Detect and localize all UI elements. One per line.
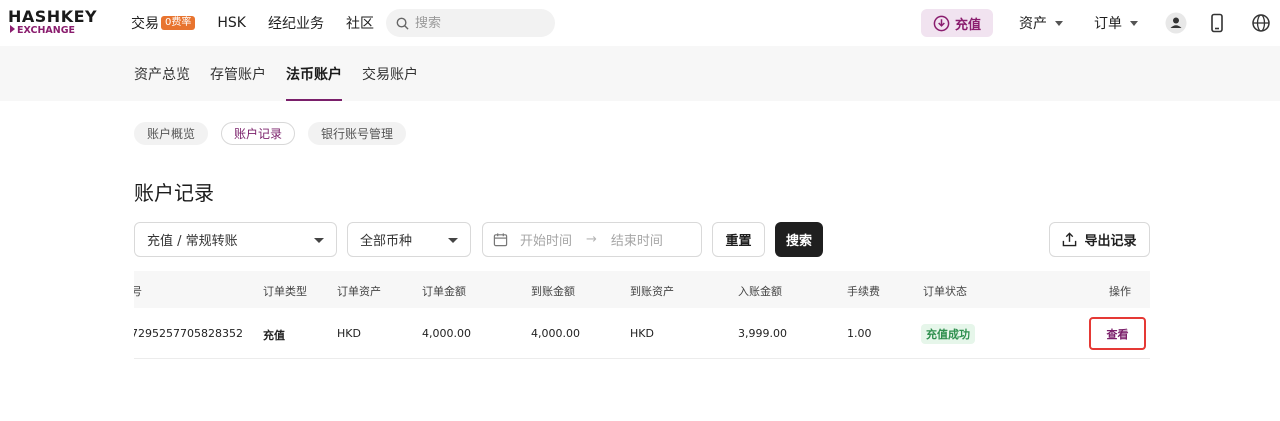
caret-down-icon: [314, 238, 324, 243]
logo-wordmark: HASHKEY: [8, 7, 98, 26]
hashkey-logo[interactable]: HASHKEY EXCHANGE: [8, 9, 108, 39]
records-table: 号 订单类型 订单资产 订单金额 到账金额 到账资产 入账金额 手续费 订单状态…: [134, 271, 1150, 361]
globe-icon[interactable]: [1250, 12, 1272, 34]
cell-order-asset: HKD: [337, 327, 361, 340]
fiat-sub-tabs: 账户概览 账户记录 银行账号管理: [134, 122, 419, 145]
zero-fee-badge: 0费率: [161, 16, 196, 30]
triangle-icon: [10, 25, 15, 33]
main-nav: 交易 0费率 HSK 经纪业务 社区: [131, 0, 396, 46]
table-row: 7295257705828352 充值 HKD 4,000.00 4,000.0…: [134, 308, 1150, 359]
cell-received-amount: 4,000.00: [531, 327, 580, 340]
nav-item-trade-label: 交易: [131, 16, 159, 32]
col-received-amount: 到账金额: [531, 285, 575, 298]
search-box: [386, 9, 555, 37]
search-icon: [396, 17, 409, 30]
nav-item-community[interactable]: 社区: [346, 13, 374, 33]
col-actions: 操作: [1109, 285, 1131, 298]
tab-asset-overview[interactable]: 资产总览: [134, 46, 190, 101]
pill-account-overview[interactable]: 账户概览: [134, 122, 209, 145]
calendar-icon: [493, 233, 508, 247]
logo-subtitle-text: EXCHANGE: [17, 25, 75, 36]
cell-order-type: 充值: [263, 329, 285, 342]
col-order-id: 号: [134, 285, 142, 298]
start-date-input[interactable]: 开始时间: [520, 230, 572, 249]
deposit-button[interactable]: 充值: [921, 9, 993, 37]
col-fee: 手续费: [847, 285, 880, 298]
chevron-down-icon: [1055, 20, 1063, 26]
search-input[interactable]: [415, 15, 545, 31]
logo-subtitle: EXCHANGE: [8, 25, 108, 37]
orders-menu-label: 订单: [1094, 16, 1122, 32]
pill-account-records[interactable]: 账户记录: [221, 122, 296, 145]
pill-bank-accounts[interactable]: 银行账号管理: [308, 122, 407, 145]
arrow-right-icon: →: [586, 232, 597, 247]
currency-value: 全部币种: [360, 234, 413, 249]
upload-icon: [1063, 232, 1077, 247]
currency-select[interactable]: 全部币种: [347, 222, 471, 257]
mobile-icon[interactable]: [1206, 12, 1228, 34]
assets-menu[interactable]: 资产: [1019, 0, 1063, 46]
date-range-picker[interactable]: 开始时间 → 结束时间: [482, 222, 702, 257]
cell-received-asset: HKD: [630, 327, 654, 340]
tab-trading-account[interactable]: 交易账户: [362, 46, 418, 101]
col-order-amount: 订单金额: [422, 285, 466, 298]
col-order-asset: 订单资产: [337, 285, 381, 298]
cell-order-amount: 4,000.00: [422, 327, 471, 340]
cell-order-id: 7295257705828352: [134, 327, 243, 340]
export-records-button[interactable]: 导出记录: [1049, 222, 1150, 257]
col-credited-amount: 入账金额: [738, 285, 782, 298]
status-badge: 充值成功: [921, 324, 975, 344]
chevron-down-icon: [1130, 20, 1138, 26]
col-order-status: 订单状态: [923, 285, 967, 298]
nav-item-trade[interactable]: 交易 0费率: [131, 13, 196, 33]
search-button[interactable]: 搜索: [775, 222, 823, 257]
record-type-value: 充值 / 常规转账: [147, 234, 238, 249]
top-header: HASHKEY EXCHANGE 交易 0费率 HSK 经纪业务 社区 充值 资…: [0, 0, 1280, 46]
deposit-button-label: 充值: [954, 17, 981, 33]
download-circle-icon: [933, 15, 950, 31]
record-type-select[interactable]: 充值 / 常规转账: [134, 222, 337, 257]
tab-custody-account[interactable]: 存管账户: [210, 46, 266, 101]
export-records-label: 导出记录: [1084, 234, 1137, 249]
col-received-asset: 到账资产: [630, 285, 674, 298]
view-details-button[interactable]: 查看: [1089, 317, 1146, 350]
cell-fee: 1.00: [847, 327, 872, 340]
caret-down-icon: [448, 238, 458, 243]
nav-item-hsk[interactable]: HSK: [217, 15, 246, 31]
tab-fiat-account[interactable]: 法币账户: [286, 46, 342, 101]
col-order-type: 订单类型: [263, 285, 307, 298]
nav-item-brokerage[interactable]: 经纪业务: [268, 13, 324, 33]
account-tabs: 资产总览 存管账户 法币账户 交易账户: [134, 46, 438, 101]
reset-button[interactable]: 重置: [712, 222, 765, 257]
orders-menu[interactable]: 订单: [1094, 0, 1138, 46]
page-title: 账户记录: [134, 181, 214, 205]
cell-credited-amount: 3,999.00: [738, 327, 787, 340]
end-date-input[interactable]: 结束时间: [611, 230, 663, 249]
user-icon[interactable]: [1165, 12, 1187, 34]
assets-menu-label: 资产: [1019, 16, 1047, 32]
table-header: 号 订单类型 订单资产 订单金额 到账金额 到账资产 入账金额 手续费 订单状态…: [134, 271, 1150, 308]
